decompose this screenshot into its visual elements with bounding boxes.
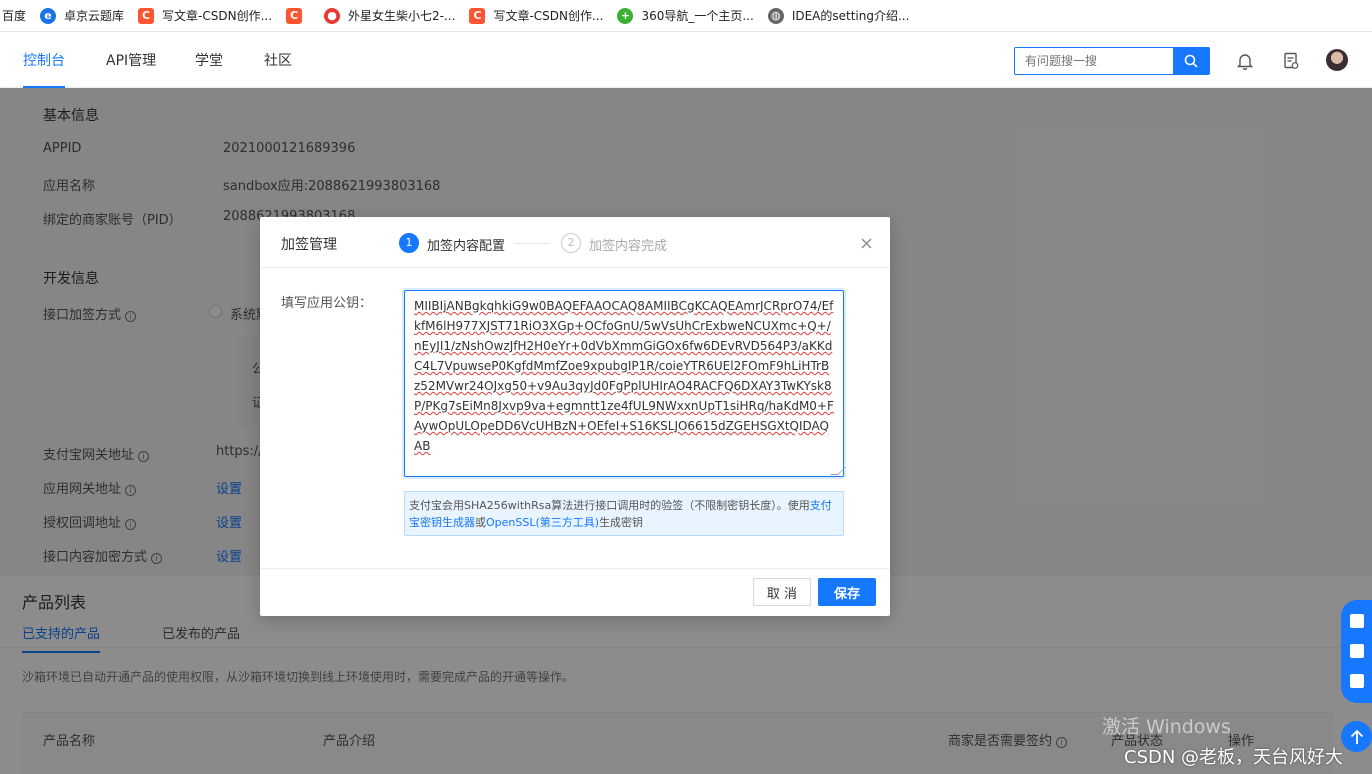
public-key-input[interactable]: MIIBIjANBgkqhkiG9w0BAQEFAAOCAQ8AMIIBCgKC… <box>404 290 844 477</box>
csdn-icon: C <box>286 7 303 24</box>
hint-text: 支付宝会用SHA256withRsa算法进行接口调用时的验签（不限制密钥长度）。… <box>409 499 810 512</box>
arrow-up-icon <box>1350 729 1363 744</box>
back-to-top-button[interactable] <box>1341 721 1372 752</box>
csdn-icon: C <box>138 7 155 24</box>
red-circle-icon: ● <box>324 7 341 24</box>
chat-icon[interactable] <box>1350 644 1364 658</box>
nav-console[interactable]: 控制台 <box>23 32 65 88</box>
bookmark-360[interactable]: +360导航_一个主页... <box>611 0 761 32</box>
cancel-button[interactable]: 取 消 <box>753 578 811 606</box>
bookmark-csdn-1[interactable]: C 写文章-CSDN创作... <box>132 0 280 32</box>
bookmark-label: 写文章-CSDN创作... <box>493 9 604 23</box>
globe-icon: ◍ <box>767 7 784 24</box>
search-box <box>1014 47 1210 75</box>
public-key-label: 填写应用公钥： <box>281 296 373 311</box>
360-icon: + <box>617 7 634 24</box>
sign-management-modal: 加签管理 1 加签内容配置 2 加签内容完成 填写应用公钥： MIIBIjANB… <box>260 217 890 616</box>
bookmark-csdn-3[interactable]: C 写文章-CSDN创作... <box>463 0 611 32</box>
step-connector <box>514 243 550 244</box>
step-1-number: 1 <box>399 233 419 253</box>
modal-footer-divider <box>260 568 890 569</box>
search-button[interactable] <box>1173 47 1209 75</box>
nav-api[interactable]: API管理 <box>106 32 156 88</box>
save-button[interactable]: 保存 <box>818 578 876 606</box>
search-input[interactable] <box>1015 48 1173 74</box>
step-2-label: 加签内容完成 <box>589 239 668 254</box>
modal-title: 加签管理 <box>281 237 337 253</box>
globe-icon: e <box>40 7 57 24</box>
bookmark-baidu[interactable]: 百度 <box>0 0 34 32</box>
hint-text: 生成密钥 <box>599 516 644 529</box>
question-icon[interactable] <box>1350 614 1364 628</box>
step-2-number: 2 <box>561 233 581 253</box>
nav-academy[interactable]: 学堂 <box>195 32 223 88</box>
bookmark-idea[interactable]: ◍ IDEA的setting介绍... <box>762 0 918 32</box>
bell-icon[interactable] <box>1234 50 1256 72</box>
windows-activation-watermark: 激活 Windows <box>1102 716 1231 738</box>
bookmark-zhuojing[interactable]: e 卓京云题库 <box>34 0 132 32</box>
nav-community[interactable]: 社区 <box>264 32 292 88</box>
bookmark-label: 外星女生柴小七2-... <box>348 9 456 23</box>
bookmarks-bar: 百度 e 卓京云题库 C 写文章-CSDN创作... C ● 外星女生柴小七2-...… <box>0 0 1372 32</box>
openssl-link[interactable]: OpenSSL(第三方工具) <box>486 516 599 529</box>
avatar[interactable] <box>1326 49 1348 71</box>
bookmark-label: 百度 <box>2 9 27 23</box>
bookmark-csdn-2[interactable]: C <box>280 0 318 32</box>
hint-text: 或 <box>475 516 486 529</box>
bookmark-chaixiaoqi[interactable]: ● 外星女生柴小七2-... <box>318 0 463 32</box>
modal-header: 加签管理 1 加签内容配置 2 加签内容完成 <box>260 217 890 268</box>
task-icon[interactable] <box>1280 50 1302 72</box>
bookmark-label: IDEA的setting介绍... <box>791 9 910 23</box>
key-hint: 支付宝会用SHA256withRsa算法进行接口调用时的验签（不限制密钥长度）。… <box>404 491 844 536</box>
bookmark-label: 360导航_一个主页... <box>641 9 754 23</box>
feedback-icon[interactable] <box>1350 674 1364 688</box>
top-nav: 控制台 API管理 学堂 社区 <box>0 32 1372 88</box>
csdn-watermark: CSDN @老板，天台风好大 <box>1124 747 1344 768</box>
floating-help-bar <box>1341 600 1372 703</box>
csdn-icon: C <box>469 7 486 24</box>
search-icon <box>1184 54 1198 68</box>
step-1-label: 加签内容配置 <box>427 239 506 254</box>
bookmark-label: 卓京云题库 <box>64 9 125 23</box>
close-icon[interactable] <box>856 233 876 253</box>
bookmark-label: 写文章-CSDN创作... <box>162 9 273 23</box>
